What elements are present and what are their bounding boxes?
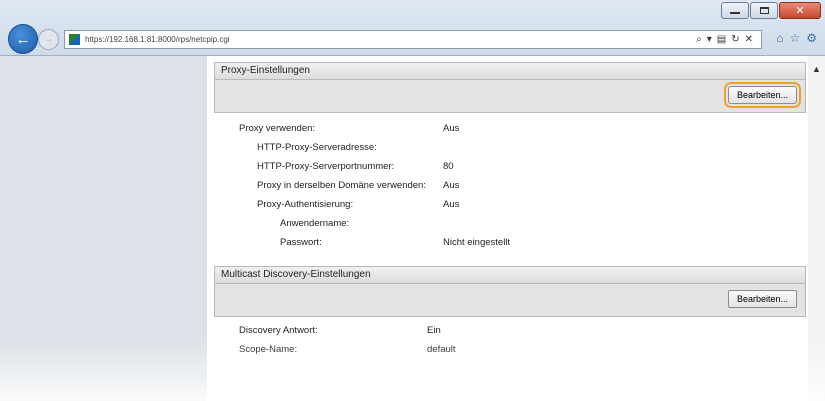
setting-value: Nicht eingestellt xyxy=(443,237,511,248)
setting-value: Aus xyxy=(443,199,460,210)
minimize-icon xyxy=(730,12,740,14)
settings-content: Proxy-Einstellungen Bearbeiten... Proxy … xyxy=(214,56,806,359)
list-item: Proxy verwenden: Aus xyxy=(214,119,806,138)
section-title: Multicast Discovery-Einstellungen xyxy=(215,267,805,284)
setting-label: Scope-Name: xyxy=(239,344,298,355)
home-icon[interactable]: ⌂ xyxy=(776,31,783,45)
stop-icon[interactable]: ✕ xyxy=(745,34,753,45)
close-window-button[interactable]: ✕ xyxy=(779,2,821,19)
browser-chrome: ✕ ← → https://192.168.1.81:8000/rps/netc… xyxy=(0,0,825,56)
list-item: Proxy in derselben Domäne verwenden: Aus xyxy=(214,176,806,195)
address-bar-tools: ⌕ ▾ ▤ ↻ ✕ xyxy=(696,34,761,45)
browser-toolbar-icons: ⌂ ☆ ⚙ xyxy=(776,31,817,45)
setting-label: Proxy verwenden: xyxy=(239,123,316,134)
setting-value: Aus xyxy=(443,180,460,191)
list-item: Anwendername: xyxy=(214,214,806,233)
proxy-settings-section: Proxy-Einstellungen Bearbeiten... xyxy=(214,62,806,113)
compat-icon[interactable]: ▤ xyxy=(717,34,726,45)
setting-value: Ein xyxy=(427,325,441,336)
multicast-settings-list: Discovery Antwort: Ein Scope-Name: defau… xyxy=(214,317,806,359)
multicast-edit-button[interactable]: Bearbeiten... xyxy=(727,290,797,308)
setting-label: Proxy in derselben Domäne verwenden: xyxy=(257,180,426,191)
vertical-scrollbar[interactable]: ▲ xyxy=(808,56,825,401)
arrow-left-icon: ← xyxy=(15,30,31,48)
settings-icon[interactable]: ⚙ xyxy=(806,31,817,45)
address-bar[interactable]: https://192.168.1.81:8000/rps/netcpip.cg… xyxy=(64,30,762,49)
proxy-edit-button[interactable]: Bearbeiten... xyxy=(723,82,802,108)
list-item: Proxy-Authentisierung: Aus xyxy=(214,195,806,214)
list-item: Discovery Antwort: Ein xyxy=(214,321,806,340)
list-item: HTTP-Proxy-Serverportnummer: 80 xyxy=(214,157,806,176)
setting-label: Passwort: xyxy=(280,237,322,248)
section-toolbar: Bearbeiten... xyxy=(215,284,805,316)
url-text[interactable]: https://192.168.1.81:8000/rps/netcpip.cg… xyxy=(85,35,696,44)
favorites-icon[interactable]: ☆ xyxy=(789,31,800,45)
maximize-icon xyxy=(759,7,769,14)
close-icon: ✕ xyxy=(795,4,805,17)
multicast-discovery-section: Multicast Discovery-Einstellungen Bearbe… xyxy=(214,266,806,317)
list-item: Passwort: Nicht eingestellt xyxy=(214,233,806,252)
setting-label: HTTP-Proxy-Serveradresse: xyxy=(257,142,377,153)
forward-button[interactable]: → xyxy=(38,29,59,50)
setting-label: Anwendername: xyxy=(280,218,350,229)
search-icon[interactable]: ⌕ xyxy=(696,34,702,45)
arrow-right-icon: → xyxy=(43,34,54,45)
minimize-button[interactable] xyxy=(721,2,749,19)
back-button[interactable]: ← xyxy=(8,24,38,54)
setting-label: Proxy-Authentisierung: xyxy=(257,199,354,210)
setting-value: Aus xyxy=(443,123,460,134)
list-item: Scope-Name: default xyxy=(214,340,806,359)
dropdown-icon[interactable]: ▾ xyxy=(707,34,712,45)
section-toolbar: Bearbeiten... xyxy=(215,80,805,112)
section-title: Proxy-Einstellungen xyxy=(215,63,805,80)
refresh-icon[interactable]: ↻ xyxy=(731,34,739,45)
setting-value: 80 xyxy=(443,161,454,172)
window-controls: ✕ xyxy=(720,2,821,19)
maximize-button[interactable] xyxy=(750,2,778,19)
setting-value: default xyxy=(427,344,456,355)
scroll-up-icon[interactable]: ▲ xyxy=(812,64,821,74)
setting-label: HTTP-Proxy-Serverportnummer: xyxy=(257,161,395,172)
list-item: HTTP-Proxy-Serveradresse: xyxy=(214,138,806,157)
setting-label: Discovery Antwort: xyxy=(239,325,318,336)
site-favicon-icon xyxy=(69,34,80,45)
left-navigation-pane xyxy=(0,56,207,401)
proxy-settings-list: Proxy verwenden: Aus HTTP-Proxy-Serverad… xyxy=(214,113,806,252)
